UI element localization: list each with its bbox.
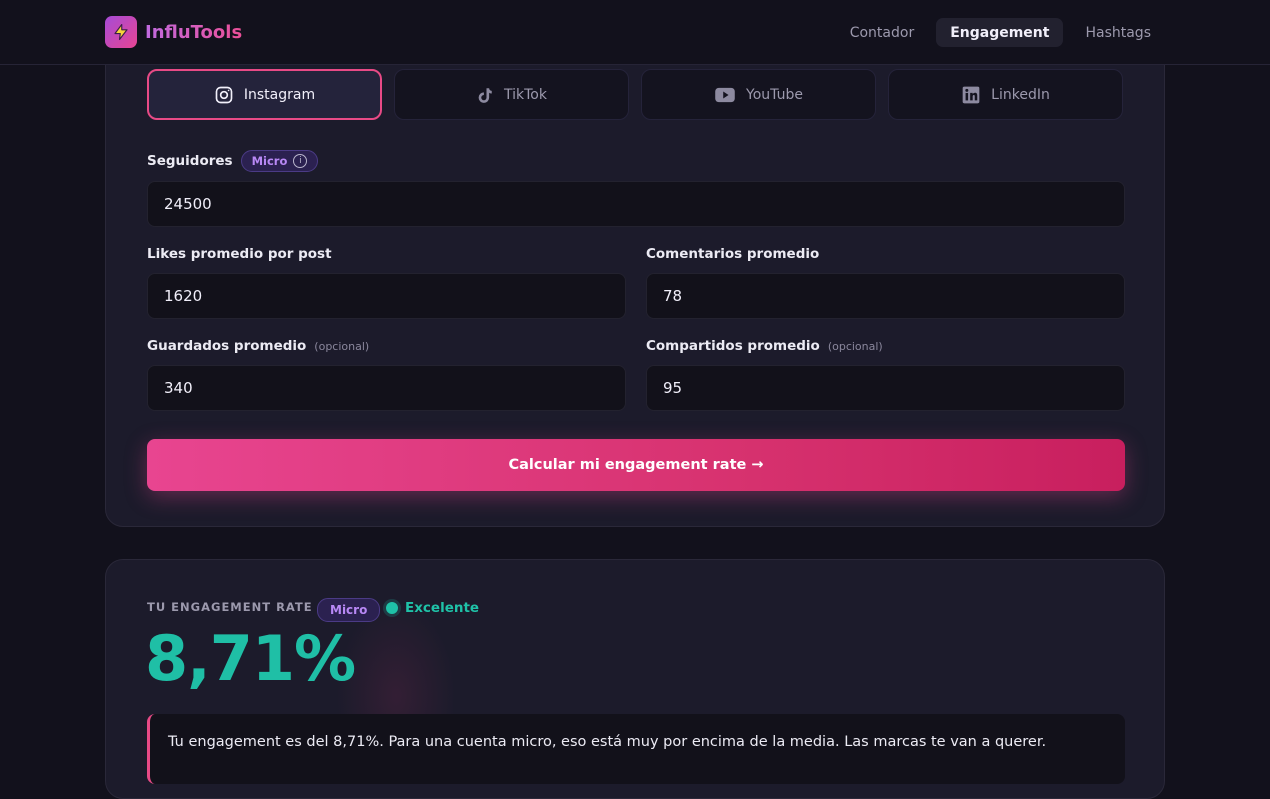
followers-input[interactable]: 24500	[147, 181, 1125, 227]
calculate-button[interactable]: Calcular mi engagement rate →	[147, 439, 1125, 491]
info-icon[interactable]: i	[293, 154, 308, 168]
optional-hint: (opcional)	[827, 339, 883, 353]
main-nav: Contador Engagement Hashtags	[836, 18, 1165, 47]
shares-label-row: Compartidos promedio (opcional)	[646, 338, 883, 354]
platform-tab-youtube[interactable]: YouTube	[641, 69, 876, 120]
result-card: TU ENGAGEMENT RATE Micro Excelente 8,71%…	[105, 559, 1165, 799]
tier-badge: Micro i	[240, 150, 319, 172]
lightning-icon	[105, 16, 137, 48]
saves-input[interactable]: 340	[147, 365, 626, 411]
top-navigation-bar: InfluTools Contador Engagement Hashtags	[0, 0, 1270, 65]
likes-input[interactable]: 1620	[147, 273, 626, 319]
likes-label: Likes promedio por post	[147, 246, 332, 262]
saves-label: Guardados promedio	[147, 338, 307, 354]
result-label: TU ENGAGEMENT RATE	[147, 600, 313, 614]
youtube-icon	[714, 87, 736, 103]
engagement-rate-value: 8,71%	[145, 622, 356, 695]
platform-tab-tiktok[interactable]: TikTok	[394, 69, 629, 120]
shares-label: Compartidos promedio	[646, 338, 820, 354]
calculator-card: Instagram TikTok YouTube LinkedIn Seguid…	[105, 30, 1165, 527]
brand-name: InfluTools	[145, 21, 243, 43]
platform-selector: Instagram TikTok YouTube LinkedIn	[147, 69, 1123, 120]
platform-tab-linkedin[interactable]: LinkedIn	[888, 69, 1123, 120]
linkedin-icon	[961, 85, 981, 105]
shares-input[interactable]: 95	[646, 365, 1125, 411]
comments-label-row: Comentarios promedio	[646, 246, 819, 262]
result-tier-badge: Micro	[317, 598, 381, 622]
nav-item-engagement[interactable]: Engagement	[936, 18, 1064, 47]
status-text: Excelente	[405, 600, 480, 616]
tier-badge-label: Micro	[251, 154, 288, 168]
result-message: Tu engagement es del 8,71%. Para una cue…	[147, 714, 1125, 784]
nav-item-hashtags[interactable]: Hashtags	[1071, 18, 1165, 47]
platform-label: TikTok	[504, 86, 547, 103]
platform-label: Instagram	[243, 86, 316, 103]
nav-item-contador[interactable]: Contador	[836, 18, 929, 47]
comments-input[interactable]: 78	[646, 273, 1125, 319]
optional-hint: (opcional)	[314, 339, 370, 353]
instagram-icon	[214, 85, 234, 105]
brand-logo[interactable]: InfluTools	[105, 16, 242, 48]
followers-label: Seguidores	[147, 153, 233, 169]
platform-label: LinkedIn	[991, 86, 1050, 103]
followers-label-row: Seguidores Micro i	[147, 150, 319, 172]
status-dot-icon	[386, 602, 398, 614]
platform-tab-instagram[interactable]: Instagram	[147, 69, 382, 120]
saves-label-row: Guardados promedio (opcional)	[147, 338, 369, 354]
tiktok-icon	[476, 85, 494, 105]
platform-label: YouTube	[746, 86, 803, 103]
comments-label: Comentarios promedio	[646, 246, 820, 262]
status-indicator: Excelente	[386, 600, 479, 616]
likes-label-row: Likes promedio por post	[147, 246, 332, 262]
